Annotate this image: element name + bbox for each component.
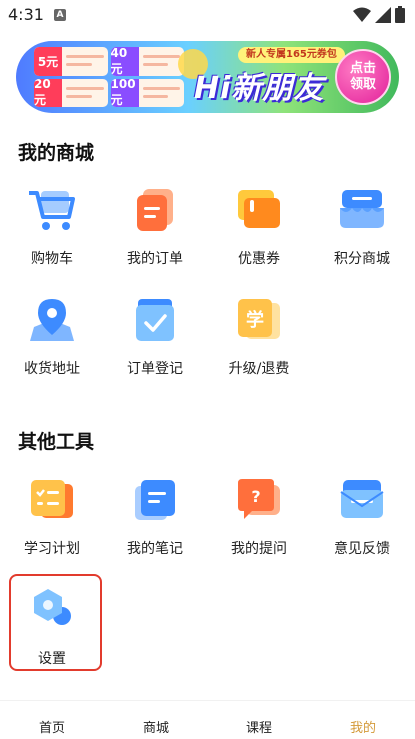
settings-highlight-box: [9, 574, 102, 671]
points-store-icon: [334, 182, 390, 238]
mall-item-label: 购物车: [31, 251, 73, 267]
tool-item-label: 意见反馈: [334, 541, 390, 557]
feedback-icon: [334, 472, 390, 528]
nav-tab-home[interactable]: 首页: [22, 717, 82, 736]
location-icon: [24, 292, 80, 348]
banner-coupons: 5元 40元 20元 100元: [34, 47, 184, 107]
tool-item-study-plan[interactable]: 学习计划: [7, 472, 97, 572]
coupon-card: 100元: [110, 78, 184, 107]
coupon-icon: [231, 182, 287, 238]
notification-icon: A: [54, 9, 66, 21]
shopping-cart-icon: [24, 182, 80, 238]
tool-item-label: 学习计划: [24, 541, 80, 557]
notes-icon: [127, 472, 183, 528]
coupon-card: 40元: [110, 47, 184, 76]
order-icon: [127, 182, 183, 238]
mall-item-label: 优惠券: [238, 251, 280, 267]
tool-item-questions[interactable]: ? 我的提问: [214, 472, 304, 572]
status-icons: [353, 6, 405, 23]
mall-item-orders[interactable]: 我的订单: [110, 182, 200, 282]
wifi-icon: [353, 7, 371, 22]
mall-item-points-store[interactable]: 积分商城: [317, 182, 407, 282]
coupon-amount: 40元: [110, 47, 139, 76]
coupon-amount: 100元: [110, 78, 139, 107]
mall-item-address[interactable]: 收货地址: [7, 292, 97, 392]
coupon-amount: 20元: [34, 78, 62, 107]
banner-cta-line2: 领取: [349, 77, 376, 92]
svg-text:学: 学: [246, 309, 264, 331]
promo-banner[interactable]: 5元 40元 20元 100元 新人专属165元券包 Hi新朋友 点击 领取: [16, 41, 399, 113]
mall-item-label: 我的订单: [127, 251, 183, 267]
nav-tab-mall[interactable]: 商城: [126, 717, 186, 736]
banner-tag: 新人专属165元券包: [238, 47, 345, 63]
svg-text:?: ?: [251, 487, 260, 506]
tool-item-notes[interactable]: 我的笔记: [110, 472, 200, 572]
coupon-card: 20元: [34, 78, 108, 107]
nav-tab-courses[interactable]: 课程: [229, 717, 289, 736]
tool-item-label: 我的笔记: [127, 541, 183, 557]
tool-item-feedback[interactable]: 意见反馈: [317, 472, 407, 572]
signal-icon: [375, 6, 391, 23]
nav-tab-mine[interactable]: 我的: [333, 717, 393, 736]
upgrade-refund-icon: 学: [231, 292, 287, 348]
bottom-nav: 首页 商城 课程 我的: [0, 700, 415, 739]
mall-item-upgrade-refund[interactable]: 学 升级/退费: [214, 292, 304, 392]
banner-claim-button[interactable]: 点击 领取: [335, 49, 391, 105]
coupon-amount: 5元: [34, 47, 62, 76]
order-register-icon: [127, 292, 183, 348]
tools-section-title: 其他工具: [18, 431, 95, 453]
tool-item-label: 我的提问: [231, 541, 287, 557]
mall-item-label: 升级/退费: [228, 361, 290, 377]
mall-item-label: 积分商城: [334, 251, 390, 267]
mall-item-label: 收货地址: [24, 361, 80, 377]
mall-item-order-register[interactable]: 订单登记: [110, 292, 200, 392]
banner-title: Hi新朋友: [194, 71, 325, 106]
mall-item-label: 订单登记: [127, 361, 183, 377]
coupon-card: 5元: [34, 47, 108, 76]
banner-cta-line1: 点击: [349, 61, 376, 76]
mall-section-title: 我的商城: [18, 142, 95, 164]
status-bar: 4:31 A: [0, 0, 415, 30]
mall-item-cart[interactable]: 购物车: [7, 182, 97, 282]
questions-icon: ?: [231, 472, 287, 528]
status-time: 4:31: [8, 5, 44, 24]
battery-icon: [395, 6, 405, 23]
mall-item-coupons[interactable]: 优惠券: [214, 182, 304, 282]
study-plan-icon: [24, 472, 80, 528]
